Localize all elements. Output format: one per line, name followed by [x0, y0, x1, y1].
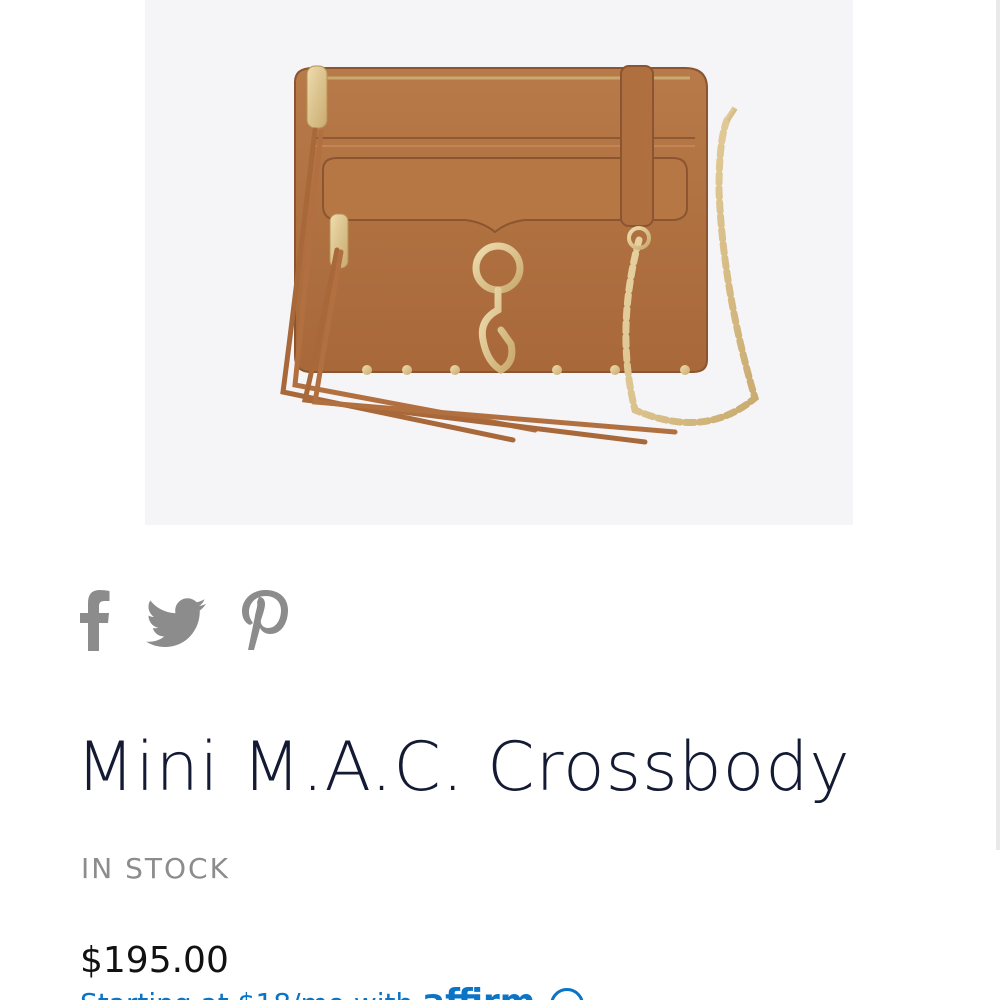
scrollbar[interactable] [996, 0, 1000, 850]
product-page: Mini M.A.C. Crossbody IN STOCK $195.00 S… [0, 0, 1000, 1000]
affirm-financing-link[interactable]: Starting at $18/mo with affirm [80, 982, 585, 1000]
product-price: $195.00 [80, 940, 229, 981]
affirm-prefix: Starting at $18/mo with [80, 987, 413, 1000]
crossbody-bag-illustration [280, 65, 760, 445]
product-title: Mini M.A.C. Crossbody [76, 728, 851, 807]
facebook-icon[interactable] [80, 589, 110, 651]
product-image[interactable] [145, 0, 853, 525]
affirm-logo: affirm [422, 982, 535, 1000]
pinterest-icon[interactable] [240, 588, 290, 652]
social-share-bar [80, 588, 290, 652]
info-icon[interactable] [550, 988, 585, 1000]
twitter-icon[interactable] [146, 598, 206, 648]
stock-status: IN STOCK [81, 852, 230, 885]
